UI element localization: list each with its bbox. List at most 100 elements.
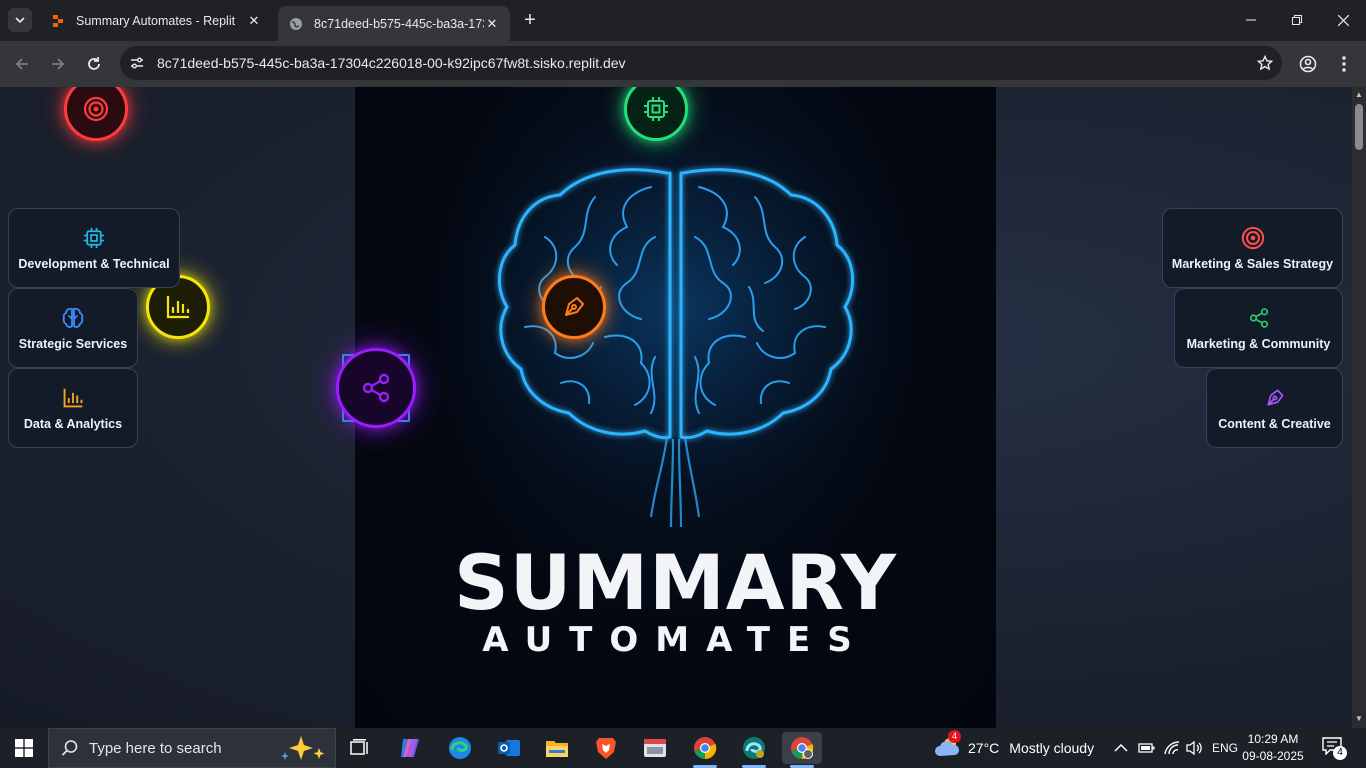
service-card-content[interactable]: Content & Creative — [1206, 368, 1343, 448]
card-label: Data & Analytics — [23, 417, 123, 431]
card-label: Strategic Services — [18, 337, 128, 351]
scroll-up-arrow-icon[interactable]: ▲ — [1355, 91, 1363, 99]
brain-icon — [60, 305, 86, 331]
scrollbar-thumb[interactable] — [1355, 104, 1363, 150]
minimize-icon — [1246, 19, 1256, 21]
share-icon — [362, 373, 390, 403]
clock[interactable]: 10:29 AM 09-08-2025 — [1240, 731, 1306, 765]
url-text: 8c71deed-b575-445c-ba3a-17304c226018-00-… — [157, 55, 626, 71]
copilot-icon — [401, 739, 419, 757]
pen-orb[interactable] — [542, 275, 606, 339]
more-vertical-icon — [1342, 56, 1346, 72]
reload-icon — [88, 57, 100, 70]
bar-chart-icon — [166, 296, 190, 319]
show-hidden-icons-button[interactable] — [1114, 728, 1128, 768]
folder-icon — [546, 741, 568, 757]
edge-icon — [449, 737, 471, 759]
battery-tray[interactable] — [1138, 728, 1156, 768]
chevron-down-icon — [15, 17, 25, 24]
card-label: Content & Creative — [1218, 417, 1331, 431]
profile-icon — [1299, 55, 1317, 73]
chip-icon — [644, 97, 668, 121]
chevron-up-icon — [1114, 743, 1128, 752]
battery-icon — [1138, 743, 1155, 753]
start-button[interactable] — [0, 728, 48, 768]
close-icon[interactable]: ✕ — [246, 13, 262, 29]
task-view-icon — [350, 739, 368, 755]
service-card-marketing-sales[interactable]: Marketing & Sales Strategy — [1162, 208, 1343, 288]
brave-app[interactable] — [586, 732, 626, 764]
address-bar[interactable]: 8c71deed-b575-445c-ba3a-17304c226018-00-… — [120, 46, 1282, 80]
brand-subtitle: AUTOMATES — [482, 620, 869, 660]
brand-title: SUMMARY — [454, 538, 897, 627]
menu-button[interactable] — [1333, 53, 1355, 75]
copilot-app[interactable] — [390, 732, 430, 764]
share-icon — [1246, 305, 1272, 331]
arrow-left-icon — [15, 58, 28, 70]
wifi-icon — [1164, 741, 1180, 755]
close-icon[interactable]: ✕ — [484, 16, 500, 32]
service-card-strategic[interactable]: Strategic Services — [8, 288, 138, 368]
tab-title: 8c71deed-b575-445c-ba3a-173 — [314, 16, 484, 31]
speaker-icon — [1186, 740, 1202, 756]
network-tray[interactable] — [1163, 728, 1181, 768]
site-settings-icon[interactable] — [120, 46, 154, 80]
weather-widget[interactable]: 4 27°C Mostly cloudy — [934, 728, 1094, 768]
weather-text: Mostly cloudy — [1009, 740, 1095, 756]
card-label: Development & Technical — [18, 257, 170, 271]
tab-title: Summary Automates - Replit — [76, 13, 236, 28]
forward-button[interactable] — [47, 53, 69, 75]
volume-tray[interactable] — [1186, 728, 1204, 768]
globe-icon — [288, 16, 304, 32]
new-tab-button[interactable]: + — [520, 10, 540, 30]
browser-toolbar: 8c71deed-b575-445c-ba3a-17304c226018-00-… — [0, 41, 1366, 87]
tab-search-button[interactable] — [8, 8, 32, 32]
edge-app[interactable] — [440, 732, 480, 764]
chrome-icon — [791, 737, 814, 760]
taskbar-search[interactable]: Type here to search — [48, 728, 336, 768]
search-icon — [61, 740, 78, 756]
outlook-app[interactable] — [489, 732, 529, 764]
tab-replit-dev[interactable]: 8c71deed-b575-445c-ba3a-173 ✕ — [278, 6, 510, 41]
chrome-app[interactable] — [685, 732, 725, 768]
profile-button[interactable] — [1297, 53, 1319, 75]
windows-logo-icon — [15, 739, 33, 757]
task-view-button[interactable] — [340, 732, 380, 764]
bar-chart-icon — [60, 385, 86, 411]
share-orb[interactable] — [336, 348, 416, 428]
outlook-icon — [498, 740, 520, 756]
pen-tool-icon — [1262, 385, 1288, 411]
brave-icon — [596, 738, 616, 759]
target-icon — [83, 96, 109, 122]
restore-icon — [1292, 15, 1302, 25]
service-card-development[interactable]: Development & Technical — [8, 208, 180, 288]
minimize-button[interactable] — [1228, 0, 1274, 40]
page-scrollbar[interactable]: ▲ ▼ — [1352, 87, 1366, 728]
service-card-marketing-community[interactable]: Marketing & Community — [1174, 288, 1343, 368]
restore-button[interactable] — [1274, 0, 1320, 40]
file-explorer-app[interactable] — [537, 732, 577, 764]
page-content: SUMMARY AUTOMATES Development & Technica… — [0, 87, 1352, 728]
close-window-button[interactable] — [1320, 0, 1366, 40]
reload-button[interactable] — [83, 53, 105, 75]
notification-icon: 4 — [1322, 737, 1347, 760]
tab-summary-automates[interactable]: Summary Automates - Replit ✕ — [40, 6, 272, 35]
app-window-icon — [644, 739, 666, 757]
bookmark-star-icon[interactable] — [1248, 46, 1282, 80]
edge-dev-app[interactable] — [734, 732, 774, 768]
chrome-icon — [694, 737, 717, 760]
chrome-profile-app[interactable] — [782, 732, 822, 768]
search-placeholder: Type here to search — [89, 739, 222, 757]
clock-date: 09-08-2025 — [1242, 749, 1304, 763]
card-label: Marketing & Sales Strategy — [1171, 257, 1334, 271]
copilot-sparkle-icon — [281, 736, 325, 760]
window-app[interactable] — [635, 732, 675, 764]
language-indicator[interactable]: ENG — [1212, 728, 1238, 768]
service-card-data[interactable]: Data & Analytics — [8, 368, 138, 448]
scroll-down-arrow-icon[interactable]: ▼ — [1355, 715, 1363, 723]
back-button[interactable] — [11, 53, 33, 75]
notification-center-button[interactable]: 4 — [1322, 728, 1347, 768]
arrow-right-icon — [52, 58, 65, 70]
target-icon — [1240, 225, 1266, 251]
card-label: Marketing & Community — [1186, 337, 1331, 351]
